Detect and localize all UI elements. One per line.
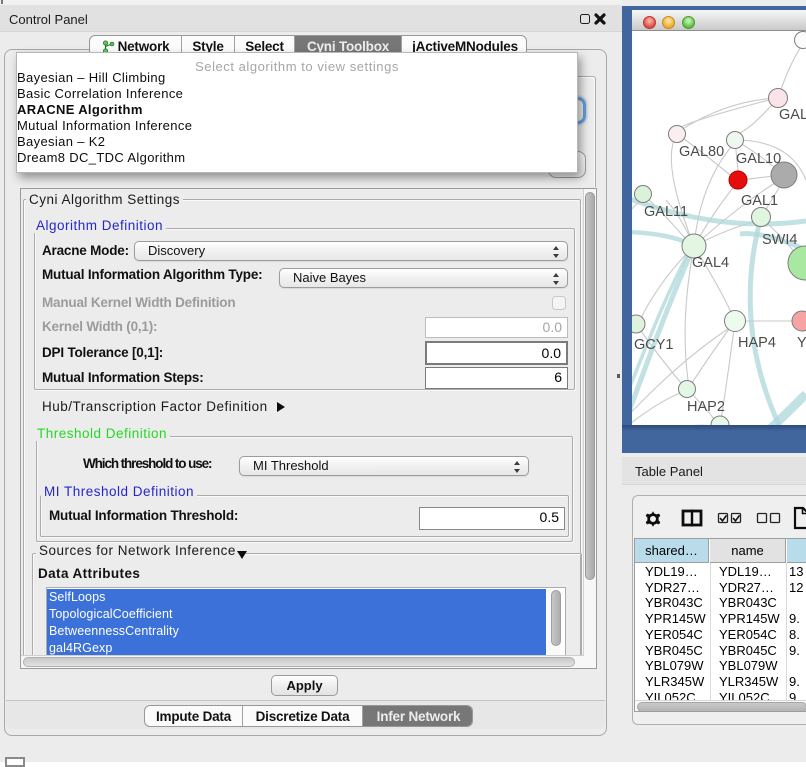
svg-text:GAL2: GAL2 xyxy=(779,107,806,123)
svg-text:GAL4: GAL4 xyxy=(692,255,729,271)
svg-text:HAP2: HAP2 xyxy=(687,399,725,415)
svg-text:GAL1: GAL1 xyxy=(741,193,778,209)
svg-text:GAL11: GAL11 xyxy=(644,204,688,220)
svg-text:HAP4: HAP4 xyxy=(738,335,776,351)
svg-text:GAL10: GAL10 xyxy=(736,151,781,167)
svg-text:Y: Y xyxy=(797,335,806,351)
svg-text:GAL80: GAL80 xyxy=(679,144,724,160)
svg-text:GCY1: GCY1 xyxy=(634,337,674,353)
svg-text:SWI4: SWI4 xyxy=(762,232,797,248)
